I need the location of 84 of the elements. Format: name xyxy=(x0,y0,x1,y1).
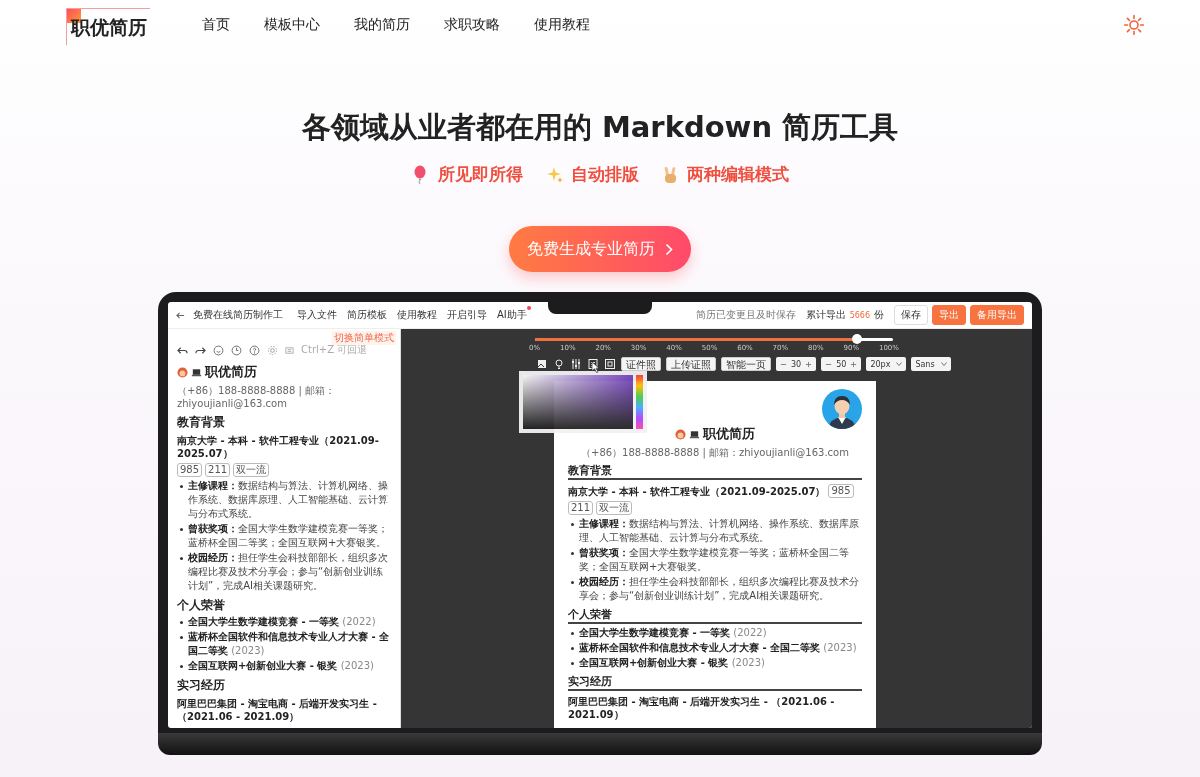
award-item: 全国大学生数学建模竞赛 - 一等奖 (2022) xyxy=(177,615,391,629)
entry-heading: 南京大学 - 本科 - 软件工程专业（2021.09-2025.07） xyxy=(177,434,380,460)
slider-thumb[interactable] xyxy=(852,334,863,344)
bullet-item: 校园经历：担任学生会科技部部长，组织多次编程比赛及技术分享会；参与“创新创业训练计划”，完成AI相关课题研究。 xyxy=(568,575,862,603)
section-heading: 个人荣誉 xyxy=(568,608,862,624)
contact-line: （+86）188-8888-8888 | 邮箱：zhiyoujianli@163.com xyxy=(580,446,850,459)
menu-link[interactable]: 简历模板 xyxy=(347,308,387,322)
keyboard-icon xyxy=(285,345,294,355)
avatar-emoji-icon xyxy=(177,366,188,378)
award-item: 蓝桥杯全国软件和信息技术专业人才大赛 - 全国二等奖 (2023) xyxy=(177,630,391,658)
section-heading: 教育背景 xyxy=(177,415,226,430)
dropdown[interactable]: 20px xyxy=(866,357,907,371)
export-unit: 份 xyxy=(874,308,884,322)
bullet-item: 主修课程：数据结构与算法、计算机网络、操作系统、数据库原理、人工智能基础、云计算与分布式系统。 xyxy=(568,517,862,545)
bullet-item: 主修课程：数据结构与算法、计算机网络、操作系统、数据库原理、人工智能基础、云计算与分布式系统。 xyxy=(177,479,391,521)
tag: 985 xyxy=(177,463,203,477)
plus-icon[interactable] xyxy=(850,360,858,368)
section-heading: 实习经历 xyxy=(177,678,226,693)
hero-title: 各领域从业者都在用的 Markdown 简历工具 xyxy=(301,109,899,146)
avatar-emoji-icon xyxy=(675,428,686,440)
clock-icon[interactable] xyxy=(231,344,242,356)
menu-link[interactable]: 导入文件 xyxy=(297,308,337,322)
entry-heading: 南京大学 - 本科 - 软件工程专业（2021.09-2025.07） xyxy=(568,484,826,498)
bullet-item: 曾获奖项：全国大学生数学建模竞赛一等奖；蓝桥杯全国二等奖；全国互联网+大赛银奖。 xyxy=(568,546,862,574)
award-item: 全国互联网+创新创业大赛 - 银奖 (2023) xyxy=(177,659,391,673)
nav-link[interactable]: 我的简历 xyxy=(354,16,410,34)
caret-icon xyxy=(896,362,903,366)
shortcut-hint: Ctrl+Z 可回退 xyxy=(301,343,368,357)
bullet-item: 校园经历：担任学生会科技部部长，组织多次编程比赛及技术分享会；参与“创新创业训练计划”，完成AI相关课题研究。 xyxy=(177,551,391,593)
menu-link[interactable]: 使用教程 xyxy=(397,308,437,322)
tag: 211 xyxy=(205,463,231,477)
nav-link[interactable]: 求职攻略 xyxy=(444,16,500,34)
caret-icon xyxy=(941,362,948,366)
toolbar-button[interactable]: 上传证照 xyxy=(666,357,716,371)
save-status: 简历已变更且及时保存 xyxy=(695,308,796,322)
theme-toggle-icon[interactable] xyxy=(1124,15,1144,35)
resume-name: 职优简历 xyxy=(205,363,257,381)
laptop-icon xyxy=(689,428,700,440)
entry-heading: 阿里巴巴集团 - 淘宝电商 - 后端开发实习生 - （2021.06 - 2021.09） xyxy=(568,695,836,721)
smiley-icon[interactable] xyxy=(213,344,224,356)
nav-link[interactable]: 使用教程 xyxy=(534,16,590,34)
export-count: 5666 xyxy=(849,310,870,320)
feature-label: 两种编辑模式 xyxy=(686,163,789,186)
award-item: 全国大学生数学建模竞赛 - 一等奖 (2022) xyxy=(568,626,862,640)
menu-link[interactable]: AI助手 xyxy=(497,308,527,322)
section-heading: 实习经历 xyxy=(568,675,862,691)
entry-heading: 阿里巴巴集团 - 淘宝电商 - 后端开发实习生 - （2021.06 - 2021.09） xyxy=(177,697,378,723)
award-item: 全国互联网+创新创业大赛 - 银奖 (2023) xyxy=(568,656,862,670)
tag: 双一流 xyxy=(596,501,633,515)
dropdown[interactable]: Sans xyxy=(911,357,952,371)
bullet-item: 曾获奖项：全国大学生数学建模竞赛一等奖；蓝桥杯全国二等奖；全国互联网+大赛银奖。 xyxy=(177,522,391,550)
help-icon[interactable] xyxy=(249,344,260,356)
tag: 211 xyxy=(568,501,594,515)
toolbar-button[interactable]: 证件照 xyxy=(621,357,661,371)
award-item: 蓝桥杯全国软件和信息技术专业人才大赛 - 全国二等奖 (2023) xyxy=(568,641,862,655)
section-heading: 教育背景 xyxy=(568,464,862,480)
feature-label: 自动排版 xyxy=(570,163,639,186)
chevron-right-icon xyxy=(665,242,673,256)
color-picker[interactable] xyxy=(519,371,647,433)
feature-label: 所见即所得 xyxy=(437,163,523,186)
logo[interactable]: 职优简历 xyxy=(66,7,150,45)
tag: 双一流 xyxy=(233,463,270,477)
toolbar-button[interactable]: 智能一页 xyxy=(721,357,771,371)
tag: 985 xyxy=(828,484,854,498)
app-title: 免费在线简历制作工 xyxy=(193,308,283,322)
laptop-icon xyxy=(191,366,202,378)
bulb-icon[interactable] xyxy=(553,358,565,370)
plus-icon[interactable] xyxy=(805,360,813,368)
frame-icon[interactable] xyxy=(604,358,616,370)
contact-line: （+86）188-8888-8888 | 邮箱：zhiyoujianli@163.com xyxy=(177,384,337,410)
image-icon[interactable] xyxy=(536,358,548,370)
color-field[interactable] xyxy=(523,375,633,429)
back-icon[interactable] xyxy=(176,310,185,320)
number-stepper[interactable]: 30 xyxy=(776,357,817,371)
save-button[interactable]: 保存 xyxy=(894,305,928,325)
nav-link[interactable]: 模板中心 xyxy=(264,16,320,34)
sliders-icon[interactable] xyxy=(570,358,582,370)
section-heading: 个人荣誉 xyxy=(177,598,226,613)
number-stepper[interactable]: 50 xyxy=(821,357,862,371)
cursor-icon xyxy=(591,361,600,373)
nav-link[interactable]: 首页 xyxy=(202,16,230,34)
resume-name: 职优简历 xyxy=(703,425,755,443)
export-count-label: 累计导出 xyxy=(805,308,846,322)
menu-link[interactable]: 开启引导 xyxy=(447,308,487,322)
